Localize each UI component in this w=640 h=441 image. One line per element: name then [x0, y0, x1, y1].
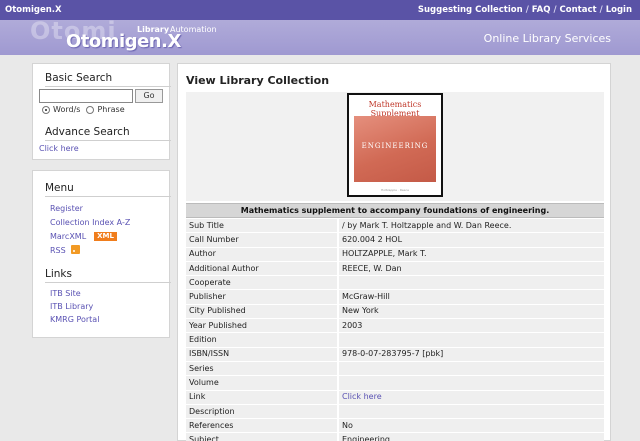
field-value: 620.004 2 HOL: [337, 233, 604, 247]
field-label: ISBN/ISSN: [186, 347, 337, 361]
login-link[interactable]: Login: [606, 5, 632, 15]
table-row: City Published New York: [186, 304, 604, 319]
menu-item-collection-index[interactable]: Collection Index A-Z: [50, 218, 130, 227]
menu-list: Register Collection Index A-Z MarcXML XML…: [50, 202, 130, 258]
link-kmrg-portal[interactable]: KMRG Portal: [50, 315, 99, 324]
field-value: HOLTZAPPLE, Mark T.: [337, 247, 604, 261]
record-link[interactable]: Click here: [342, 392, 382, 401]
field-label: Edition: [186, 333, 337, 347]
table-row: Description: [186, 404, 604, 419]
table-row: References No: [186, 419, 604, 433]
words-radio[interactable]: [42, 105, 50, 114]
top-nav: Suggesting Collection / FAQ / Contact / Login: [417, 5, 632, 15]
field-label: Description: [186, 404, 337, 419]
field-label: Author: [186, 247, 337, 261]
logo-subtitle-automation: Automation: [170, 25, 217, 34]
go-button[interactable]: Go: [135, 89, 163, 103]
phrase-radio-label: Phrase: [97, 105, 125, 114]
field-label: Year Published: [186, 319, 337, 333]
header-banner: Otomi Otomigen.X Library Automation Onli…: [0, 20, 640, 55]
field-label: References: [186, 419, 337, 433]
menu-heading: Menu: [45, 182, 171, 197]
table-row: Edition: [186, 333, 604, 347]
top-bar: Otomigen.X Suggesting Collection / FAQ / Con…: [0, 0, 640, 20]
site-tagline: Online Library Services: [483, 32, 611, 45]
field-label: Additional Author: [186, 261, 337, 276]
links-heading: Links: [45, 268, 171, 283]
table-row: Series: [186, 361, 604, 376]
field-label: Series: [186, 361, 337, 376]
contact-link[interactable]: Contact: [560, 5, 597, 15]
record-title: Mathematics supplement to accompany foun…: [186, 203, 604, 218]
advance-search-heading: Advance Search: [45, 126, 171, 141]
site-logo[interactable]: Otomigen.X: [66, 31, 181, 52]
menu-item-marcxml[interactable]: MarcXML: [50, 232, 86, 241]
faq-link[interactable]: FAQ: [532, 5, 551, 15]
field-value: New York: [337, 304, 604, 319]
field-label: Call Number: [186, 233, 337, 247]
advance-search-link[interactable]: Click here: [39, 144, 79, 153]
search-input[interactable]: [39, 89, 133, 103]
field-value: [337, 376, 604, 390]
cover-word: ENGINEERING: [361, 142, 429, 150]
table-row: Call Number 620.004 2 HOL: [186, 233, 604, 247]
field-value: / by Mark T. Holtzapple and W. Dan Reece…: [337, 219, 604, 233]
table-row: Subject Engineering: [186, 433, 604, 441]
table-row: ISBN/ISSN 978-0-07-283795-7 [pbk]: [186, 347, 604, 361]
field-value: [337, 276, 604, 290]
basic-search-heading: Basic Search: [45, 72, 171, 87]
table-row: Volume: [186, 376, 604, 390]
table-row: Link Click here: [186, 390, 604, 404]
field-label: Subject: [186, 433, 337, 441]
links-list: ITB Site ITB Library KMRG Portal: [50, 287, 99, 326]
field-label: Volume: [186, 376, 337, 390]
field-value: 978-0-07-283795-7 [pbk]: [337, 347, 604, 361]
suggesting-collection-link[interactable]: Suggesting Collection: [418, 5, 523, 15]
link-itb-site[interactable]: ITB Site: [50, 289, 81, 298]
link-itb-library[interactable]: ITB Library: [50, 302, 93, 311]
page-title: View Library Collection: [186, 74, 330, 87]
field-value: Engineering: [337, 433, 604, 441]
table-row: Publisher McGraw-Hill: [186, 290, 604, 304]
field-value: 2003: [337, 319, 604, 333]
logo-subtitle-library: Library: [137, 25, 170, 34]
menu-item-rss[interactable]: RSS: [50, 246, 66, 255]
field-label: Cooperate: [186, 276, 337, 290]
field-label: City Published: [186, 304, 337, 319]
table-row: Cooperate: [186, 276, 604, 290]
field-value: [337, 361, 604, 376]
record-details-table: Sub Title / by Mark T. Holtzapple and W. …: [186, 218, 604, 441]
table-row: Additional Author REECE, W. Dan: [186, 261, 604, 276]
cover-authors: Holtzapple · Reece: [381, 188, 409, 192]
cover-artwork: ENGINEERING: [354, 116, 436, 182]
table-row: Sub Title / by Mark T. Holtzapple and W. …: [186, 219, 604, 233]
field-value: McGraw-Hill: [337, 290, 604, 304]
main-content: View Library Collection Mathematics Supp…: [177, 63, 611, 441]
field-label: Link: [186, 390, 337, 404]
table-row: Author HOLTZAPPLE, Mark T.: [186, 247, 604, 261]
field-label: Sub Title: [186, 219, 337, 233]
cover-area: Mathematics Supplement to Accompany ENGI…: [186, 92, 604, 201]
field-label: Publisher: [186, 290, 337, 304]
site-brand[interactable]: Otomigen.X: [5, 5, 62, 15]
search-mode-options: Word/s Phrase: [42, 105, 125, 114]
book-cover-image: Mathematics Supplement to Accompany ENGI…: [347, 93, 443, 197]
search-panel: Basic Search Go Word/s Phrase Advance Se…: [32, 63, 171, 160]
menu-item-register[interactable]: Register: [50, 204, 83, 213]
table-row: Year Published 2003: [186, 319, 604, 333]
field-value: [337, 404, 604, 419]
words-radio-label: Word/s: [53, 105, 81, 114]
rss-icon[interactable]: [70, 245, 80, 254]
menu-panel: Menu Register Collection Index A-Z MarcX…: [32, 170, 171, 338]
field-value: [337, 333, 604, 347]
field-value: Click here: [337, 390, 604, 404]
field-value: No: [337, 419, 604, 433]
xml-badge-icon[interactable]: XML: [94, 232, 117, 241]
field-value: REECE, W. Dan: [337, 261, 604, 276]
phrase-radio[interactable]: [86, 105, 95, 114]
